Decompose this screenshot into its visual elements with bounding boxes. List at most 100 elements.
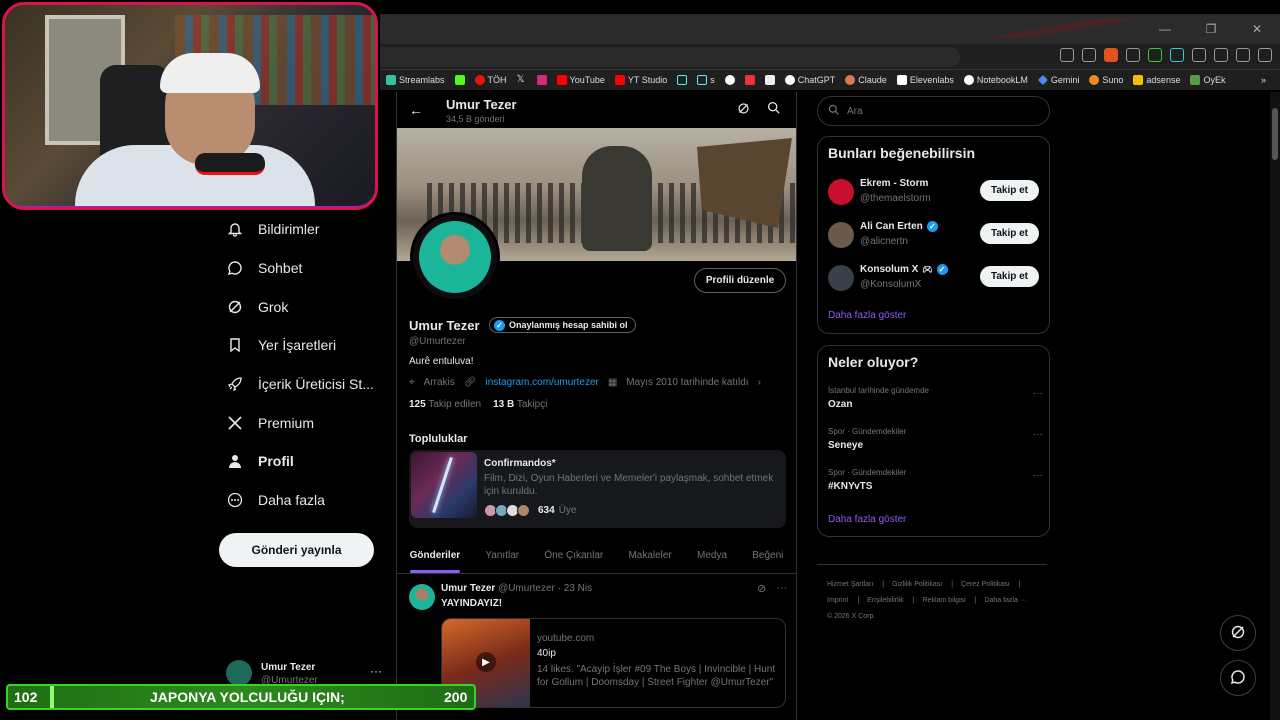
- footer-link[interactable]: Çerez Politikası: [961, 581, 1010, 588]
- extension-icon[interactable]: [1060, 48, 1074, 62]
- bookmark-x[interactable]: 𝕏: [517, 75, 527, 85]
- footer-link[interactable]: Hizmet Şartları: [827, 581, 873, 588]
- scrollbar-thumb[interactable]: [1272, 108, 1278, 160]
- sidebar-item-creator-studio[interactable]: İçerik Üreticisi St...: [216, 365, 386, 404]
- red-square-icon: [744, 75, 755, 85]
- account-switcher[interactable]: Umur Tezer @Umurtezer ···: [226, 660, 386, 686]
- bookmark-adsense[interactable]: adsense: [1133, 75, 1180, 85]
- show-more-link[interactable]: Daha fazla göster: [828, 310, 906, 321]
- tweet-date[interactable]: · 23 Nis: [558, 583, 592, 594]
- bookmark-chatgpt[interactable]: ChatGPT: [784, 75, 835, 85]
- community-card[interactable]: Confirmandos* Film, Dizi, Oyun Haberleri…: [409, 450, 786, 528]
- bookmark-streamlabs[interactable]: Streamlabs: [386, 75, 445, 85]
- sidebar-item-profile[interactable]: Profil: [216, 442, 386, 481]
- tab-posts[interactable]: Gönderiler: [409, 538, 460, 573]
- tab-highlights[interactable]: Öne Çıkanlar: [544, 538, 603, 573]
- chat-icon: [1230, 669, 1246, 688]
- sidebar-item-more[interactable]: Daha fazla: [216, 481, 386, 520]
- restore-icon[interactable]: ❐: [1188, 14, 1234, 44]
- suggested-user[interactable]: Konsolum X 🎮︎ ✓ @KonsolumX Takip et: [828, 263, 1043, 295]
- sidebar-item-bookmarks[interactable]: Yer İşaretleri: [216, 326, 386, 365]
- bookmark-gemini[interactable]: Gemini: [1037, 75, 1079, 85]
- back-arrow-icon[interactable]: ←: [409, 102, 423, 118]
- extension-icon[interactable]: [1148, 48, 1162, 62]
- sidebar-item-grok[interactable]: Grok: [216, 287, 386, 326]
- more-icon[interactable]: ···: [776, 582, 787, 595]
- search-input[interactable]: Ara: [817, 96, 1050, 126]
- bookmark-misc[interactable]: [724, 75, 735, 85]
- messages-fab[interactable]: [1220, 660, 1256, 696]
- sidebar-item-chat[interactable]: Sohbet: [216, 249, 386, 288]
- tweet-author[interactable]: Umur Tezer: [441, 583, 495, 594]
- extension-icon[interactable]: [1082, 48, 1096, 62]
- follow-button[interactable]: Takip et: [980, 266, 1039, 287]
- sidebar-icon[interactable]: [1214, 48, 1228, 62]
- edit-profile-button[interactable]: Profili düzenle: [694, 268, 786, 293]
- following-link[interactable]: 125 Takip edilen: [409, 399, 481, 410]
- show-more-link[interactable]: Daha fazla göster: [828, 514, 906, 525]
- avatar[interactable]: [409, 584, 435, 610]
- bookmark-yt-studio[interactable]: YT Studio: [614, 75, 667, 85]
- trend-item[interactable]: İstanbul tarihinde gündemde Ozan ···: [828, 386, 1043, 418]
- footer-link[interactable]: Erişilebilirlik: [867, 597, 904, 604]
- trend-item[interactable]: Spor · Gündemdekiler #KNYvTS ···: [828, 468, 1043, 500]
- trend-item[interactable]: Spor · Gündemdekiler Seneye ···: [828, 427, 1043, 459]
- profile-link[interactable]: instagram.com/umurtezer: [485, 377, 598, 388]
- grok-fab[interactable]: [1220, 615, 1256, 651]
- footer-link[interactable]: Gizlilik Politikası: [892, 581, 942, 588]
- close-icon[interactable]: ✕: [1234, 14, 1280, 44]
- minimize-icon[interactable]: —: [1142, 14, 1188, 44]
- page-scrollbar[interactable]: [1270, 92, 1280, 720]
- banner-figure: [582, 146, 652, 251]
- bookmark-instagram[interactable]: [536, 75, 547, 85]
- bookmark-misc[interactable]: [744, 75, 755, 85]
- suggested-user[interactable]: Ekrem - Storm @themaelstorm Takip et: [828, 177, 1043, 209]
- search-placeholder: Ara: [847, 105, 863, 117]
- bookmark-kick[interactable]: [454, 75, 465, 85]
- gemini-icon: [1037, 75, 1048, 85]
- sidebar-item-notifications[interactable]: Bildirimler: [216, 210, 386, 249]
- profile-avatar[interactable]: [410, 212, 500, 302]
- bookmark-suno[interactable]: Suno: [1089, 75, 1123, 85]
- more-icon[interactable]: ···: [370, 664, 382, 678]
- menu-icon[interactable]: [1258, 48, 1272, 62]
- followers-link[interactable]: 13 B Takipçi: [493, 399, 547, 410]
- more-icon[interactable]: ···: [1033, 470, 1043, 481]
- puzzle-icon[interactable]: [1192, 48, 1206, 62]
- extension-icon[interactable]: [1126, 48, 1140, 62]
- grok-icon[interactable]: ⊘: [757, 582, 766, 595]
- follow-button[interactable]: Takip et: [980, 223, 1039, 244]
- wallet-icon[interactable]: [1236, 48, 1250, 62]
- grok-icon[interactable]: [737, 102, 750, 118]
- tab-media[interactable]: Medya: [697, 538, 727, 573]
- bookmark-claude[interactable]: Claude: [845, 75, 887, 85]
- bookmark-toh[interactable]: TÖH: [474, 75, 507, 85]
- bookmark-oyek[interactable]: OyEk: [1190, 75, 1225, 85]
- bookmark-youtube[interactable]: YouTube: [556, 75, 605, 85]
- more-icon[interactable]: ···: [1033, 429, 1043, 440]
- footer-link[interactable]: Reklam bilgisi: [923, 597, 966, 604]
- bookmark-notebooklm[interactable]: NotebookLM: [963, 75, 1028, 85]
- sidebar-item-premium[interactable]: Premium: [216, 403, 386, 442]
- link-card[interactable]: ▶ youtube.com 40ip 14 likes. "Acayip İşl…: [441, 618, 786, 708]
- bookmarks-overflow[interactable]: »: [1261, 75, 1280, 85]
- bookmark-elevenlabs[interactable]: Elevenlabs: [896, 75, 954, 85]
- search-icon[interactable]: [767, 101, 780, 117]
- suggested-user[interactable]: Ali Can Erten ✓ @alicnertn Takip et: [828, 220, 1043, 252]
- more-icon[interactable]: ···: [1033, 388, 1043, 399]
- footer-link[interactable]: Daha fazla ···: [984, 597, 1026, 604]
- post-button[interactable]: Gönderi yayınla: [219, 533, 374, 567]
- bookmark-tiktok-s[interactable]: s: [697, 75, 715, 85]
- get-verified-button[interactable]: ✓ Onaylanmış hesap sahibi ol: [489, 317, 636, 333]
- extension-icon[interactable]: [1170, 48, 1184, 62]
- tab-likes[interactable]: Beğeni: [752, 538, 783, 573]
- tab-articles[interactable]: Makaleler: [628, 538, 671, 573]
- follow-button[interactable]: Takip et: [980, 180, 1039, 201]
- chevron-right-icon[interactable]: ›: [758, 377, 761, 388]
- tab-replies[interactable]: Yanıtlar: [485, 538, 519, 573]
- bookmark-tiktok[interactable]: [677, 75, 688, 85]
- footer-link[interactable]: Imprint: [827, 597, 848, 604]
- address-bar[interactable]: [380, 47, 960, 67]
- brave-shield-icon[interactable]: [1104, 48, 1118, 62]
- bookmark-misc[interactable]: [764, 75, 775, 85]
